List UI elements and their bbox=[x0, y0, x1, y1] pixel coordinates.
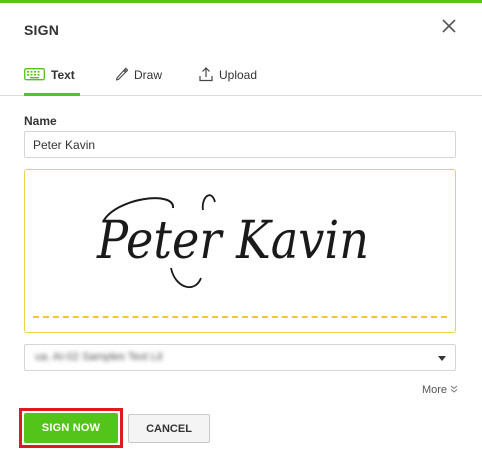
cancel-button[interactable]: CANCEL bbox=[128, 414, 210, 443]
tab-upload-label: Upload bbox=[219, 68, 258, 82]
sign-now-button[interactable]: SIGN NOW bbox=[24, 413, 118, 443]
close-icon[interactable] bbox=[436, 13, 462, 39]
pen-icon bbox=[114, 66, 129, 84]
dialog-title: SIGN bbox=[24, 22, 60, 38]
sign-dialog: SIGN Text Draw Upload Name Peter Kavin P… bbox=[0, 0, 482, 456]
signature-font-select[interactable]: ua. AI-02 Samples Text Lit bbox=[24, 344, 456, 371]
signature-font-value: ua. AI-02 Samples Text Lit bbox=[35, 351, 163, 363]
name-input[interactable] bbox=[24, 131, 456, 158]
active-tab-indicator bbox=[24, 93, 80, 96]
upload-icon bbox=[199, 66, 213, 85]
tab-text[interactable]: Text bbox=[24, 55, 75, 95]
signature-preview: Peter Kavin bbox=[24, 169, 456, 333]
name-label: Name bbox=[24, 114, 57, 128]
tab-draw-label: Draw bbox=[134, 68, 163, 82]
tab-text-label: Text bbox=[51, 68, 75, 82]
double-chevron-down-icon bbox=[450, 385, 458, 396]
tab-upload[interactable]: Upload bbox=[199, 55, 257, 95]
chevron-down-icon bbox=[438, 356, 446, 361]
more-link[interactable]: More bbox=[422, 384, 458, 396]
keyboard-icon bbox=[24, 67, 45, 84]
signature-baseline bbox=[33, 316, 447, 318]
tab-draw[interactable]: Draw bbox=[114, 55, 162, 95]
more-label: More bbox=[421, 384, 447, 396]
tab-bar: Text Draw Upload bbox=[0, 55, 482, 96]
signature-preview-text: Peter Kavin bbox=[96, 211, 369, 271]
